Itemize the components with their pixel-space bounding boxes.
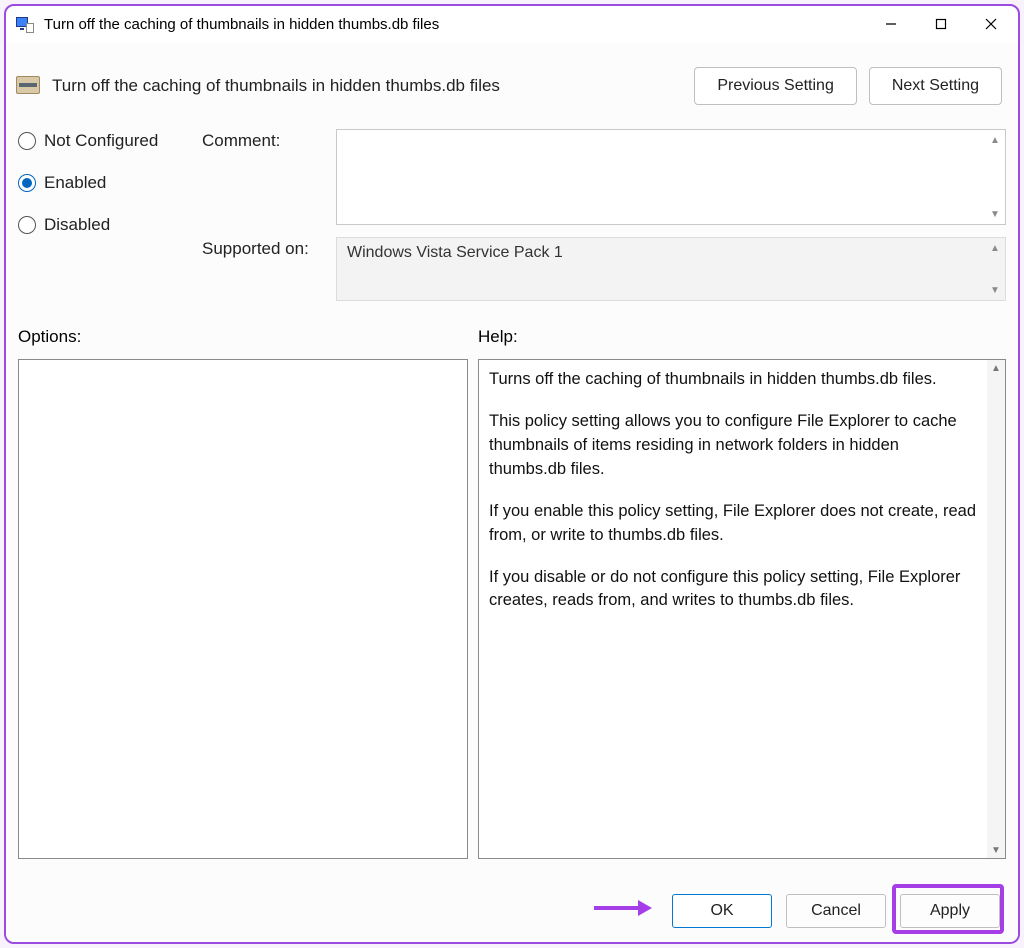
ok-button[interactable]: OK bbox=[672, 894, 772, 928]
help-scrollbar[interactable]: ▲ ▼ bbox=[987, 360, 1005, 858]
supported-on-value: Windows Vista Service Pack 1 bbox=[347, 244, 563, 261]
help-paragraph: If you enable this policy setting, File … bbox=[489, 500, 977, 548]
comment-textarea[interactable]: ▲ ▼ bbox=[336, 129, 1006, 225]
app-icon bbox=[16, 15, 34, 33]
previous-setting-button[interactable]: Previous Setting bbox=[694, 67, 857, 105]
policy-header: Turn off the caching of thumbnails in hi… bbox=[10, 42, 1014, 111]
help-paragraph: If you disable or do not configure this … bbox=[489, 566, 977, 614]
window-title: Turn off the caching of thumbnails in hi… bbox=[44, 16, 439, 33]
scroll-down-icon[interactable]: ▼ bbox=[987, 842, 1005, 858]
dialog-content: Turn off the caching of thumbnails in hi… bbox=[6, 42, 1018, 942]
comment-label: Comment: bbox=[202, 129, 332, 151]
help-paragraph: Turns off the caching of thumbnails in h… bbox=[489, 368, 977, 392]
radio-label: Enabled bbox=[44, 173, 106, 193]
options-panel bbox=[18, 359, 468, 859]
scroll-down-icon[interactable]: ▼ bbox=[989, 208, 1001, 220]
options-label: Options: bbox=[18, 327, 468, 347]
supported-on-box: Windows Vista Service Pack 1 ▲ ▼ bbox=[336, 237, 1006, 301]
help-paragraph: This policy setting allows you to config… bbox=[489, 410, 977, 482]
scroll-up-icon[interactable]: ▲ bbox=[987, 360, 1005, 376]
radio-label: Not Configured bbox=[44, 131, 158, 151]
next-setting-button[interactable]: Next Setting bbox=[869, 67, 1002, 105]
radio-enabled[interactable]: Enabled bbox=[18, 173, 198, 193]
policy-title: Turn off the caching of thumbnails in hi… bbox=[52, 76, 500, 96]
radio-icon bbox=[18, 132, 36, 150]
scroll-up-icon[interactable]: ▲ bbox=[989, 242, 1001, 254]
close-button[interactable] bbox=[966, 7, 1016, 41]
help-text: Turns off the caching of thumbnails in h… bbox=[479, 360, 987, 858]
scroll-up-icon[interactable]: ▲ bbox=[989, 134, 1001, 146]
config-area: Not Configured Enabled Disabled Comment:… bbox=[10, 111, 1014, 301]
titlebar: Turn off the caching of thumbnails in hi… bbox=[6, 6, 1018, 42]
help-panel: Turns off the caching of thumbnails in h… bbox=[478, 359, 1006, 859]
policy-icon bbox=[16, 74, 40, 98]
dialog-button-row: OK Cancel Apply bbox=[10, 876, 1014, 942]
radio-icon bbox=[18, 174, 36, 192]
scroll-down-icon[interactable]: ▼ bbox=[989, 284, 1001, 296]
state-radio-group: Not Configured Enabled Disabled bbox=[18, 129, 198, 235]
maximize-button[interactable] bbox=[916, 7, 966, 41]
radio-label: Disabled bbox=[44, 215, 110, 235]
cancel-button[interactable]: Cancel bbox=[786, 894, 886, 928]
options-help-labels: Options: Help: bbox=[10, 301, 1014, 353]
radio-not-configured[interactable]: Not Configured bbox=[18, 131, 198, 151]
apply-button[interactable]: Apply bbox=[900, 894, 1000, 928]
policy-dialog-window: Turn off the caching of thumbnails in hi… bbox=[4, 4, 1020, 944]
options-help-panels: Turns off the caching of thumbnails in h… bbox=[10, 353, 1014, 876]
radio-icon bbox=[18, 216, 36, 234]
help-label: Help: bbox=[478, 327, 1006, 347]
annotation-arrow-icon bbox=[592, 898, 652, 918]
minimize-button[interactable] bbox=[866, 7, 916, 41]
supported-on-label: Supported on: bbox=[202, 237, 332, 259]
radio-disabled[interactable]: Disabled bbox=[18, 215, 198, 235]
